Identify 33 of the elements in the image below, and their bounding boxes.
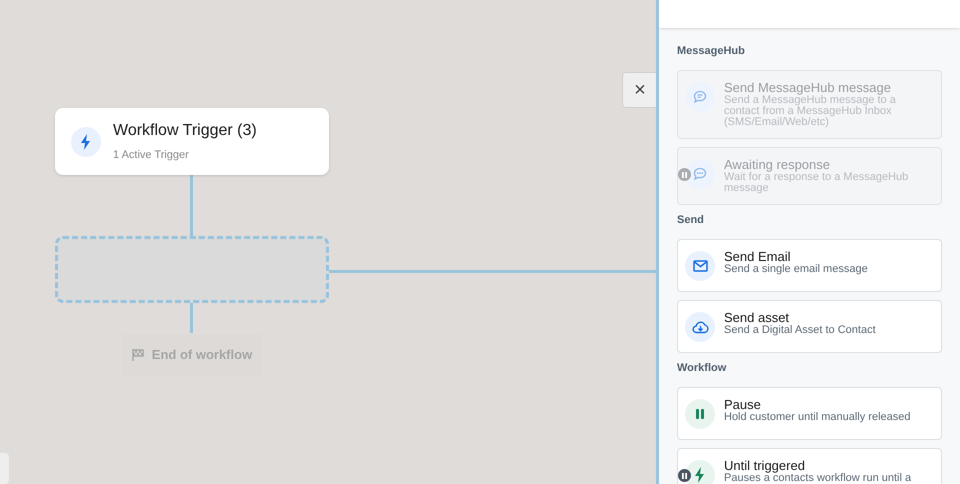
action-title: Send MessageHub message xyxy=(724,80,892,95)
drop-zone[interactable] xyxy=(55,236,329,303)
node-subtitle: 1 Active Trigger xyxy=(113,148,190,164)
action-description: Send a MessageHub message to a contact from a MessageHub Inbox (SMS/Email/Web/etc) xyxy=(724,95,897,128)
action-title: Until triggered xyxy=(724,458,806,473)
action-title: Pause xyxy=(724,397,762,412)
section-heading: MessageHub xyxy=(677,44,746,58)
end-label: End of workflow xyxy=(152,346,252,364)
action-title: Awaiting response xyxy=(724,157,831,172)
action-card[interactable]: Send Email Send a single email message xyxy=(677,239,942,292)
action-description: Wait for a response to a MessageHub message xyxy=(724,172,910,194)
section-heading: Send xyxy=(677,213,705,227)
action-description: Pauses a contacts workflow run until a xyxy=(724,473,912,484)
close-button[interactable]: × xyxy=(622,72,658,108)
action-card[interactable]: Pause Hold customer until manually released xyxy=(677,387,942,440)
flag-icon xyxy=(132,349,144,361)
bolt-icon xyxy=(685,460,715,484)
chat-bubble-icon xyxy=(685,82,715,112)
action-title: Send asset xyxy=(724,310,790,325)
action-title: Send Email xyxy=(724,249,792,264)
pause-icon xyxy=(685,399,715,429)
mail-icon xyxy=(685,251,715,281)
node-title: Workflow Trigger (3) xyxy=(113,121,257,142)
bolt-icon xyxy=(71,126,101,156)
cloud-download-icon xyxy=(685,312,715,342)
action-description: Hold customer until manually released xyxy=(724,412,910,423)
section-heading: Workflow xyxy=(677,361,728,375)
action-description: Send a Digital Asset to Contact xyxy=(724,325,876,336)
action-description: Send a single email message xyxy=(724,264,868,275)
action-card[interactable]: Until triggered Pauses a contacts workflow run until a xyxy=(677,448,942,484)
trigger-node[interactable]: Workflow Trigger (3) 1 Active Trigger xyxy=(55,108,329,175)
action-card[interactable]: Send asset Send a Digital Asset to Contact xyxy=(677,300,942,353)
chat-bubble-icon xyxy=(685,159,715,189)
